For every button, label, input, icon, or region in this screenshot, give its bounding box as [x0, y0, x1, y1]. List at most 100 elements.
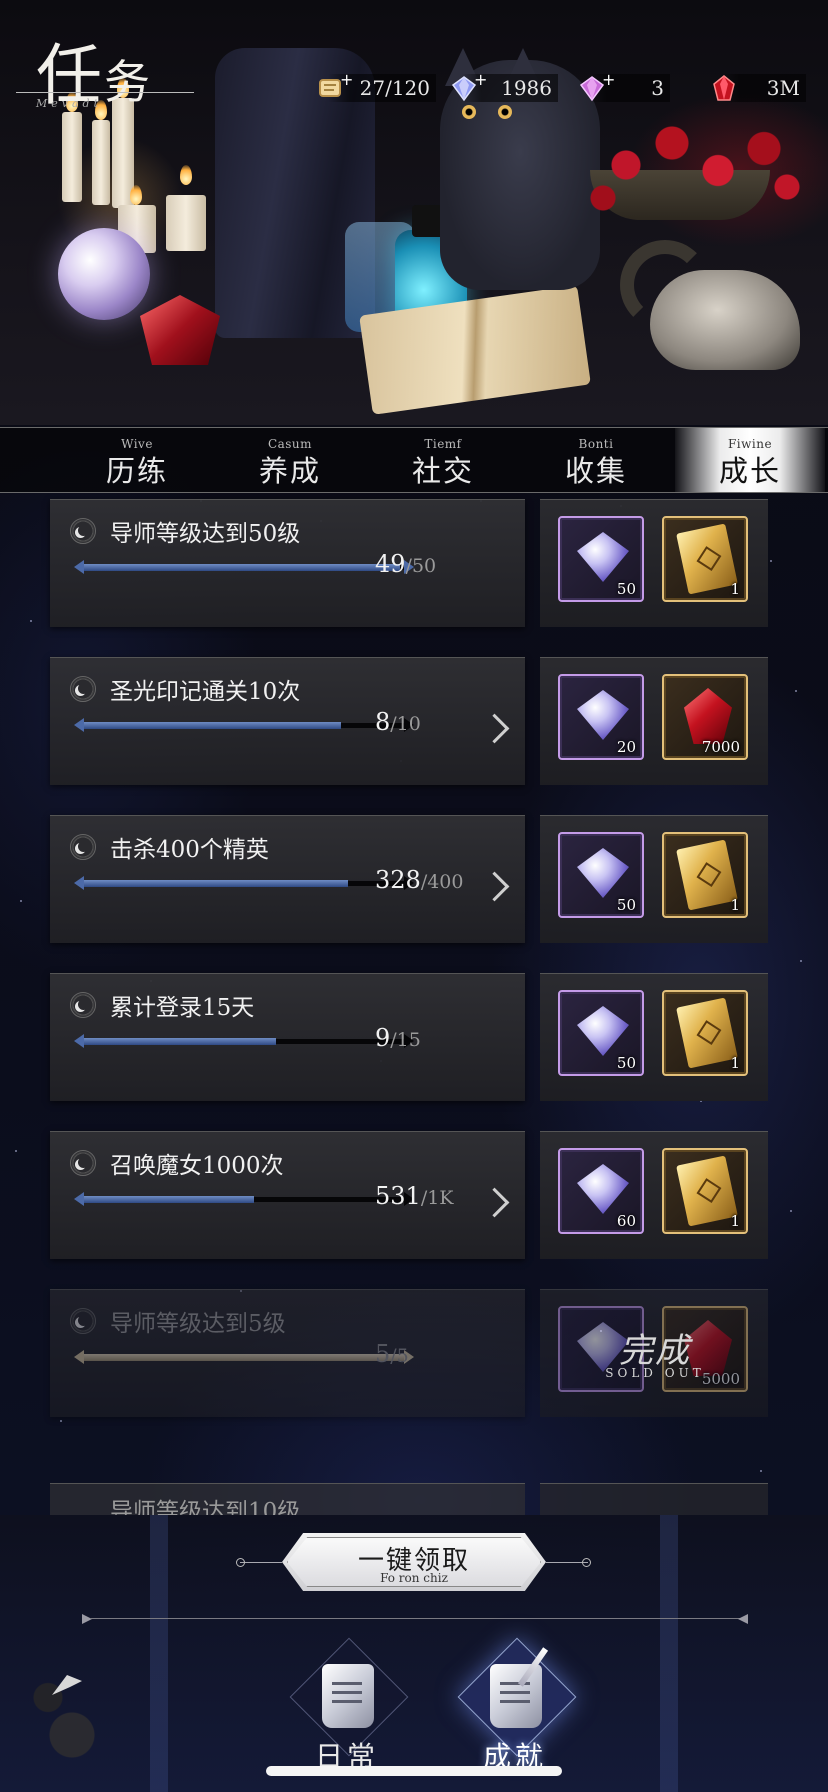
- crescent-moon-icon: [70, 518, 96, 544]
- crescent-moon-icon: [70, 1150, 96, 1176]
- reward-item[interactable]: 1: [662, 990, 748, 1076]
- progress-fill: [82, 1196, 254, 1203]
- progress-text: 9/15: [375, 1024, 421, 1052]
- reward-item[interactable]: 7000: [662, 674, 748, 760]
- reward-item[interactable]: 1: [662, 1148, 748, 1234]
- reward-card: 50 1: [540, 499, 768, 627]
- progress-current: 8: [375, 708, 391, 736]
- reward-item[interactable]: 50: [558, 832, 644, 918]
- red-gem-art: [140, 295, 220, 365]
- task-card-partial[interactable]: 导师等级达到10级: [50, 1483, 525, 1515]
- progress-text: 531/1K: [375, 1182, 454, 1210]
- gold-scroll-icon: [676, 1155, 738, 1227]
- nav-achievement[interactable]: 成就: [440, 1637, 590, 1780]
- nav-daily[interactable]: 日常: [272, 1637, 422, 1780]
- task-row[interactable]: 圣光印记通关10次 8/10 20 7000: [0, 611, 828, 785]
- title-underline: [16, 92, 194, 93]
- reward-quantity: 50: [616, 896, 636, 914]
- progress-bar: [74, 1192, 414, 1206]
- task-card[interactable]: 累计登录15天 9/15: [50, 973, 525, 1101]
- purple-diamond-icon: [577, 1164, 629, 1214]
- header-banner: 任务 Mevadt + 27/120 + 1986 + 3 3M: [0, 0, 828, 425]
- chevron-right-icon[interactable]: [482, 868, 508, 908]
- chevron-right-icon[interactable]: [482, 1184, 508, 1224]
- progress-current: 49: [375, 550, 406, 578]
- task-list[interactable]: 导师等级达到50级 49/50 50 1 圣光印记通关10次 8/10 20 7…: [0, 493, 828, 1515]
- chevron-right-icon[interactable]: [482, 710, 508, 750]
- tab-social[interactable]: Tiemf 社交: [368, 428, 518, 492]
- task-row[interactable]: 累计登录15天 9/15 50 1: [0, 927, 828, 1101]
- reward-quantity: 20: [616, 738, 636, 756]
- reward-item[interactable]: 50: [558, 990, 644, 1076]
- reward-item[interactable]: 20: [558, 674, 644, 760]
- progress-text: 5/5: [375, 1340, 409, 1368]
- task-card[interactable]: 击杀400个精英 328/400: [50, 815, 525, 943]
- task-row[interactable]: 导师等级达到5级 5/5 5000 完成 SOLD OUT: [0, 1243, 828, 1417]
- reward-quantity: 1: [730, 580, 740, 598]
- reward-item[interactable]: 50: [558, 516, 644, 602]
- add-stamina-icon[interactable]: +: [340, 70, 353, 89]
- task-card[interactable]: 圣光印记通关10次 8/10: [50, 657, 525, 785]
- progress-bar: [74, 560, 414, 574]
- progress-current: 5: [375, 1340, 391, 1368]
- task-row[interactable]: 击杀400个精英 328/400 50 1: [0, 769, 828, 943]
- task-card[interactable]: 导师等级达到50级 49/50: [50, 499, 525, 627]
- roses-art: [580, 110, 810, 220]
- bottom-panel: 一键领取 Fo ron chiz 日常 成就: [0, 1515, 828, 1792]
- candle-art: [62, 112, 82, 202]
- progress-bar: [74, 1350, 414, 1364]
- resource-red-ruby: 3M: [710, 70, 806, 106]
- divider: [90, 1618, 740, 1619]
- ram-skull-art: [650, 270, 800, 370]
- red-ruby-icon: [684, 688, 732, 744]
- resource-stamina[interactable]: + 27/120: [316, 70, 436, 106]
- purple-diamond-icon: [577, 1006, 629, 1056]
- home-indicator[interactable]: [266, 1766, 562, 1776]
- task-title: 召唤魔女1000次: [110, 1153, 284, 1179]
- progress-current: 531: [375, 1182, 421, 1210]
- progress-max: /400: [420, 871, 464, 893]
- progress-fill: [82, 1038, 276, 1045]
- reward-item[interactable]: 60: [558, 1148, 644, 1234]
- task-card[interactable]: 导师等级达到5级 5/5: [50, 1289, 525, 1417]
- tab-training[interactable]: Wive 历练: [62, 428, 212, 492]
- category-tabs: Wive 历练 Casum 养成 Tiemf 社交 Bonti 收集 Fiwin…: [0, 427, 828, 493]
- progress-max: /1K: [420, 1187, 454, 1209]
- task-title: 累计登录15天: [110, 995, 255, 1021]
- tab-cultivation[interactable]: Casum 养成: [215, 428, 365, 492]
- task-row[interactable]: 导师等级达到50级 49/50 50 1: [0, 493, 828, 627]
- add-pink-diamond-icon[interactable]: +: [602, 70, 615, 89]
- crystal-ball-art: [58, 228, 150, 320]
- resource-blue-diamond[interactable]: + 1986: [450, 70, 558, 106]
- tab-growth[interactable]: Fiwine 成长: [675, 428, 825, 492]
- reward-quantity: 1: [730, 896, 740, 914]
- claim-deco-dot: [236, 1558, 245, 1567]
- reward-quantity: 1: [730, 1212, 740, 1230]
- task-title: 导师等级达到5级: [110, 1311, 286, 1337]
- purple-diamond-icon: [577, 690, 629, 740]
- progress-fill: [82, 1354, 406, 1361]
- cat-eye-art: [462, 105, 476, 119]
- red-ruby-icon: [710, 74, 738, 102]
- purple-diamond-icon: [577, 532, 629, 582]
- progress-text: 49/50: [375, 550, 436, 578]
- claim-all-button[interactable]: 一键领取 Fo ron chiz: [282, 1533, 546, 1591]
- reward-card: 20 7000: [540, 657, 768, 785]
- progress-text: 328/400: [375, 866, 463, 894]
- achievement-scroll-quill-icon: [490, 1664, 542, 1728]
- reward-quantity: 50: [616, 580, 636, 598]
- tab-collection[interactable]: Bonti 收集: [521, 428, 671, 492]
- add-blue-diamond-icon[interactable]: +: [474, 70, 487, 89]
- resource-pink-diamond[interactable]: + 3: [578, 70, 670, 106]
- reward-card: 60 1: [540, 1131, 768, 1259]
- gold-scroll-icon: [676, 997, 738, 1069]
- crescent-moon-icon: [70, 834, 96, 860]
- crescent-moon-icon: [70, 676, 96, 702]
- task-card[interactable]: 召唤魔女1000次 531/1K: [50, 1131, 525, 1259]
- task-row[interactable]: 召唤魔女1000次 531/1K 60 1: [0, 1085, 828, 1259]
- reward-item[interactable]: 1: [662, 516, 748, 602]
- progress-fill: [82, 722, 341, 729]
- progress-bar: [74, 876, 414, 890]
- progress-max: /50: [405, 555, 437, 577]
- reward-item[interactable]: 1: [662, 832, 748, 918]
